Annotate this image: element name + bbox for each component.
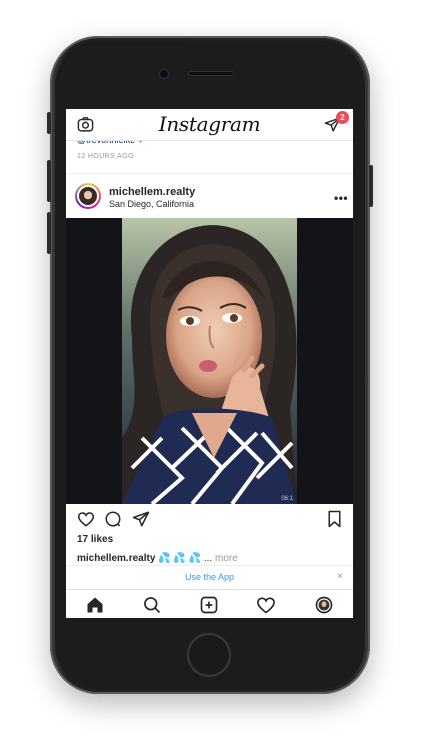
- post-divider: [66, 173, 353, 174]
- direct-message-badge: 2: [336, 111, 349, 124]
- activity-heart-icon[interactable]: [256, 595, 276, 615]
- share-icon[interactable]: [132, 510, 150, 528]
- power-button: [369, 165, 373, 207]
- likes-count[interactable]: 17 likes: [77, 534, 113, 545]
- more-options-icon[interactable]: •••: [334, 191, 348, 205]
- bottom-tab-bar: [66, 589, 353, 618]
- like-heart-icon[interactable]: [77, 510, 95, 528]
- home-icon[interactable]: [85, 595, 105, 615]
- close-icon[interactable]: ×: [337, 571, 343, 582]
- post-actions: [66, 507, 353, 531]
- portrait-illustration: [122, 218, 297, 504]
- previous-post-timestamp: 12 HOURS AGO: [77, 153, 134, 160]
- app-screen: @trevorthielke ♥ 12 HOURS AGO Instagram …: [66, 109, 353, 618]
- photo-overlay-time: 06:1: [281, 496, 293, 502]
- post-username[interactable]: michellem.realty: [109, 186, 195, 198]
- use-app-banner: Use the App ×: [66, 565, 353, 590]
- earpiece-speaker: [188, 71, 234, 76]
- top-bar: Instagram 2: [66, 109, 353, 141]
- avatar[interactable]: [75, 183, 101, 209]
- comment-icon[interactable]: [104, 510, 122, 528]
- post-location[interactable]: San Diego, California: [109, 199, 194, 209]
- post-photo-container[interactable]: 06:1: [66, 218, 353, 504]
- instagram-logo: Instagram: [158, 112, 261, 136]
- volume-up-button: [47, 160, 51, 202]
- use-app-link[interactable]: Use the App: [66, 572, 353, 582]
- caption-more-link[interactable]: more: [215, 553, 238, 564]
- post-photo[interactable]: 06:1: [122, 218, 297, 504]
- avatar-photo: [79, 187, 97, 205]
- volume-down-button: [47, 212, 51, 254]
- caption-text: 💦 💦 💦: [158, 553, 202, 564]
- caption-ellipsis: ...: [203, 553, 213, 564]
- post-caption: michellem.realty 💦 💦 💦 ... more: [77, 553, 238, 564]
- front-camera: [160, 70, 168, 78]
- profile-icon[interactable]: [314, 595, 334, 615]
- mute-switch: [47, 112, 51, 134]
- bookmark-icon[interactable]: [326, 510, 343, 528]
- caption-username[interactable]: michellem.realty: [77, 553, 155, 564]
- search-icon[interactable]: [142, 595, 162, 615]
- new-post-icon[interactable]: [199, 595, 219, 615]
- home-button[interactable]: [187, 633, 231, 677]
